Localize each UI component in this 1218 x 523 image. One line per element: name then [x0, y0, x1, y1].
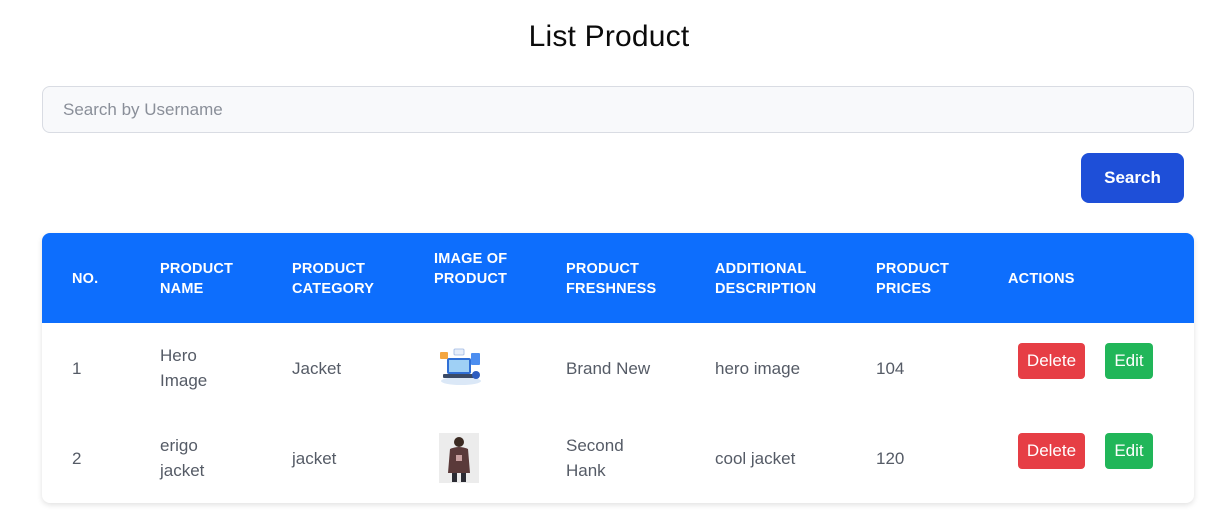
cell-product-price: 120: [876, 449, 905, 468]
table-row: 1 Hero Image Jacket Brand New hero image…: [42, 323, 1194, 413]
cell-product-category: Jacket: [292, 359, 342, 378]
search-button[interactable]: Search: [1081, 153, 1184, 203]
product-table: NO. PRODUCT NAME PRODUCT CATEGORY IMAGE …: [42, 233, 1194, 503]
header-product-name: PRODUCT NAME: [160, 261, 234, 297]
header-product-freshness: PRODUCT FRESHNESS: [566, 261, 657, 297]
page-title: List Product: [528, 20, 690, 53]
header-product-prices: PRODUCT PRICES: [876, 261, 950, 297]
cell-product-category: jacket: [292, 449, 337, 468]
cell-product-price: 104: [876, 359, 905, 378]
table-header: NO. PRODUCT NAME PRODUCT CATEGORY IMAGE …: [42, 233, 1194, 323]
header-actions: ACTIONS: [1008, 271, 1075, 287]
cell-product-name: Hero Image: [160, 346, 208, 390]
search-input[interactable]: [42, 86, 1194, 133]
cell-product-freshness: Brand New: [566, 359, 651, 378]
header-image-of-product: IMAGE OF PRODUCT: [434, 251, 508, 287]
cell-no: 2: [72, 449, 82, 468]
cell-no: 1: [72, 359, 82, 378]
header-no: NO.: [72, 271, 99, 287]
edit-button[interactable]: Edit: [1105, 343, 1153, 379]
cell-product-freshness: Second Hank: [566, 436, 624, 480]
edit-button[interactable]: Edit: [1105, 433, 1153, 469]
delete-button[interactable]: Delete: [1018, 433, 1085, 469]
cell-additional-description: hero image: [715, 359, 801, 378]
table-row: 2 erigo jacket jacket Second Hank cool j…: [42, 413, 1194, 503]
hero-illustration-icon: [438, 347, 484, 387]
header-additional-description: ADDITIONAL DESCRIPTION: [715, 261, 817, 297]
header-product-category: PRODUCT CATEGORY: [292, 261, 375, 297]
cell-additional-description: cool jacket: [715, 449, 796, 468]
cell-product-name: erigo jacket: [160, 436, 205, 480]
delete-button[interactable]: Delete: [1018, 343, 1085, 379]
jacket-photo-icon: [439, 433, 479, 483]
